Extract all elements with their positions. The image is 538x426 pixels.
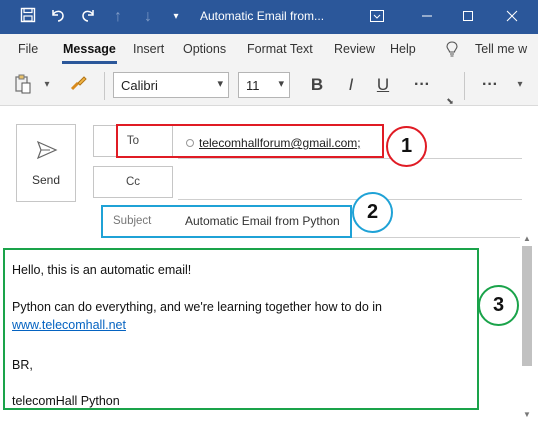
- menu-file[interactable]: File: [18, 42, 38, 56]
- title-bar: ↑ ↓ ▾ Automatic Email from...: [0, 0, 538, 34]
- menu-options[interactable]: Options: [183, 42, 226, 56]
- chevron-down-icon: ▾: [278, 78, 284, 90]
- menu-message[interactable]: Message: [63, 42, 116, 56]
- maximize-icon[interactable]: [457, 6, 479, 28]
- font-size-value: 11: [246, 78, 260, 93]
- send-label: Send: [31, 173, 61, 187]
- close-icon[interactable]: [501, 6, 523, 28]
- tell-me-search[interactable]: Tell me w: [475, 42, 527, 56]
- redo-icon[interactable]: [78, 7, 98, 27]
- minimize-icon[interactable]: [416, 6, 438, 28]
- cc-label: Cc: [125, 176, 141, 188]
- body-scrollbar[interactable]: ▲ ▼: [520, 232, 534, 422]
- annotation-box-recipient: [116, 124, 384, 158]
- annotation-circle-1: 1: [386, 126, 427, 167]
- down-arrow-icon[interactable]: ↓: [138, 7, 158, 27]
- annotation-box-body: [3, 248, 479, 410]
- lightbulb-icon[interactable]: [446, 41, 458, 60]
- more-options-button-2[interactable]: ···: [478, 74, 502, 96]
- menu-insert[interactable]: Insert: [133, 42, 164, 56]
- annotation-circle-3: 3: [478, 285, 519, 326]
- bold-button[interactable]: B: [306, 74, 328, 96]
- window-title: Automatic Email from...: [200, 9, 325, 23]
- undo-icon[interactable]: [48, 7, 68, 27]
- to-field-underline: [178, 158, 522, 159]
- scroll-up-icon[interactable]: ▲: [520, 232, 534, 246]
- ribbon-display-icon[interactable]: [366, 6, 388, 28]
- menu-bar: File Message Insert Options Format Text …: [0, 34, 538, 64]
- save-icon[interactable]: [18, 7, 38, 27]
- ribbon-toolbar: ▾ Calibri ▾ 11 ▾ B I U ··· ⬊ ··· ▾: [0, 64, 538, 106]
- italic-button[interactable]: I: [340, 74, 362, 96]
- customize-icon[interactable]: ▾: [166, 7, 186, 27]
- chevron-down-icon[interactable]: ▾: [512, 74, 528, 96]
- annotation-box-subject: [101, 205, 352, 238]
- menu-review[interactable]: Review: [334, 42, 375, 56]
- cc-field-underline: [178, 199, 522, 200]
- up-arrow-icon[interactable]: ↑: [108, 7, 128, 27]
- scroll-thumb[interactable]: [522, 246, 532, 366]
- scroll-down-icon[interactable]: ▼: [520, 408, 534, 422]
- format-painter-icon[interactable]: [68, 74, 90, 96]
- toolbar-separator: [464, 72, 465, 100]
- cc-button[interactable]: Cc: [93, 166, 173, 198]
- menu-format-text[interactable]: Format Text: [247, 42, 313, 56]
- toolbar-separator: [104, 72, 105, 100]
- dialog-launcher-icon[interactable]: ⬊: [444, 90, 456, 112]
- font-size-select[interactable]: 11 ▾: [238, 72, 290, 98]
- paste-icon[interactable]: [12, 74, 34, 96]
- menu-help[interactable]: Help: [390, 42, 416, 56]
- annotation-circle-2: 2: [352, 192, 393, 233]
- chevron-down-icon: ▾: [217, 78, 223, 90]
- more-options-button[interactable]: ···: [410, 74, 434, 96]
- send-button[interactable]: Send: [16, 124, 76, 202]
- paste-dropdown-icon[interactable]: ▾: [40, 74, 54, 96]
- font-name-select[interactable]: Calibri ▾: [113, 72, 229, 98]
- send-icon: [36, 140, 58, 160]
- font-name-value: Calibri: [121, 78, 158, 93]
- underline-button[interactable]: U: [372, 74, 394, 96]
